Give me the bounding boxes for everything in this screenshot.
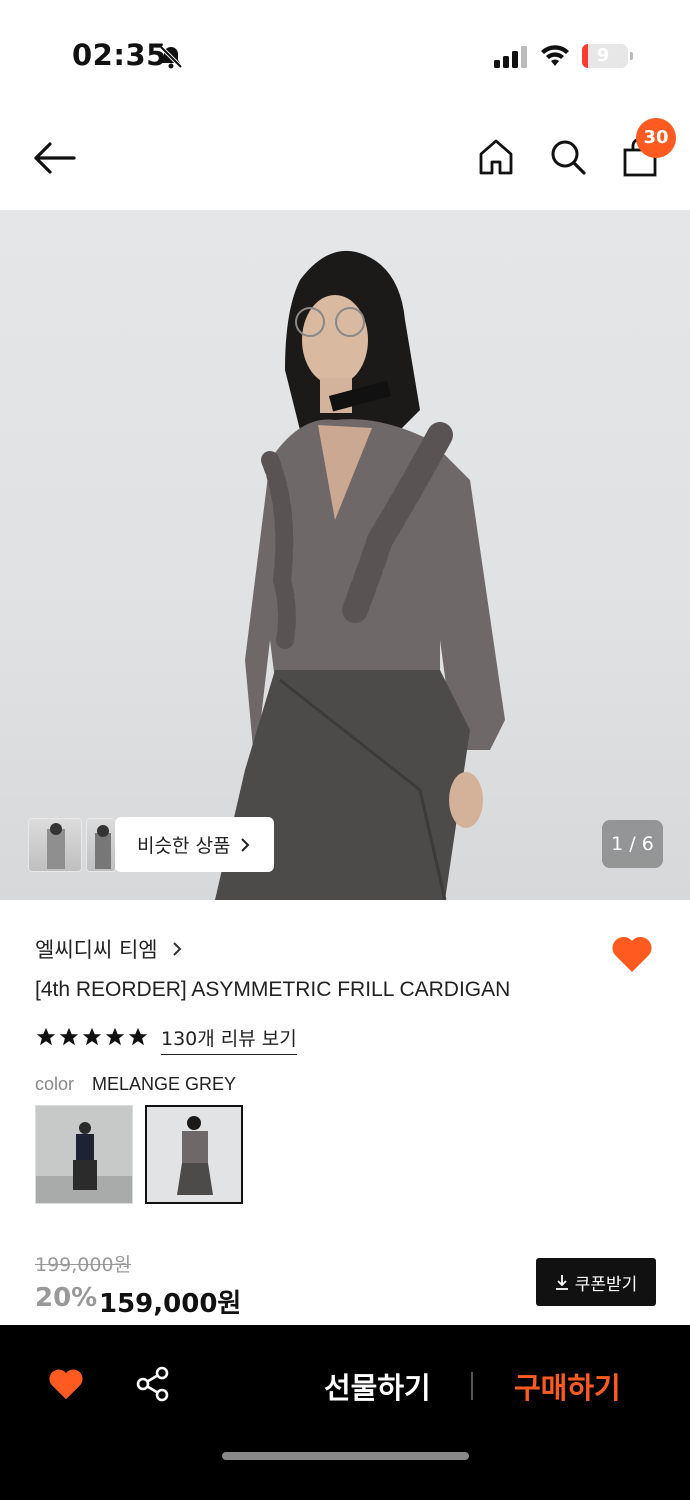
chevron-right-icon: [240, 836, 250, 858]
gift-button[interactable]: 선물하기: [324, 1365, 431, 1407]
back-arrow-icon[interactable]: [32, 140, 76, 180]
coupon-label: 쿠폰받기: [574, 1274, 638, 1295]
buy-button[interactable]: 구매하기: [514, 1365, 621, 1407]
star-icon: [59, 1027, 79, 1046]
wishlist-heart-icon[interactable]: [610, 934, 654, 978]
color-value: MELANGE GREY: [92, 1074, 237, 1094]
mini-thumbnail-1[interactable]: [28, 818, 82, 872]
coupon-button[interactable]: 쿠폰받기: [536, 1258, 656, 1306]
brand-name[interactable]: 엘씨디씨 티엠: [35, 934, 158, 964]
star-icon: [105, 1027, 125, 1046]
color-label: color: [35, 1074, 75, 1094]
color-swatch-melange-grey[interactable]: [145, 1105, 243, 1204]
star-icon: [36, 1027, 56, 1046]
search-icon[interactable]: [549, 138, 587, 180]
product-photo: [215, 250, 505, 900]
cellular-signal-icon: [494, 46, 528, 72]
image-counter: 1 / 6: [602, 820, 663, 868]
home-indicator: [222, 1452, 469, 1460]
product-title: [4th REORDER] ASYMMETRIC FRILL CARDIGAN: [35, 978, 511, 1001]
top-navigation: 30: [0, 110, 690, 210]
similar-products-label: 비슷한 상품: [137, 835, 231, 857]
status-bar: 02:35 9: [0, 0, 690, 110]
wishlist-heart-icon[interactable]: [47, 1367, 85, 1405]
discount-rate: 20%: [35, 1283, 98, 1313]
cart-count-badge: 30: [636, 118, 676, 158]
bell-muted-icon: [158, 44, 184, 74]
star-icon: [82, 1027, 102, 1046]
status-time: 02:35: [72, 38, 167, 72]
bottom-action-bar: 선물하기 구매하기: [0, 1325, 690, 1500]
download-icon: [555, 1275, 568, 1290]
mini-thumbnail-2[interactable]: [86, 818, 116, 872]
rating-stars: [35, 1026, 149, 1048]
reviews-link[interactable]: 130개 리뷰 보기: [161, 1024, 297, 1055]
product-image[interactable]: [0, 210, 690, 900]
color-swatch-navy[interactable]: [35, 1105, 133, 1204]
battery-indicator: 9: [582, 44, 633, 68]
star-icon: [128, 1027, 148, 1046]
wifi-icon: [540, 44, 570, 72]
chevron-right-icon[interactable]: [172, 941, 182, 961]
divider: [471, 1372, 473, 1400]
similar-products-button[interactable]: 비슷한 상품: [115, 817, 274, 872]
original-price: 199,000원: [35, 1254, 132, 1276]
sale-price: 159,000원: [99, 1289, 242, 1319]
share-icon[interactable]: [135, 1366, 171, 1406]
home-icon[interactable]: [478, 138, 514, 180]
